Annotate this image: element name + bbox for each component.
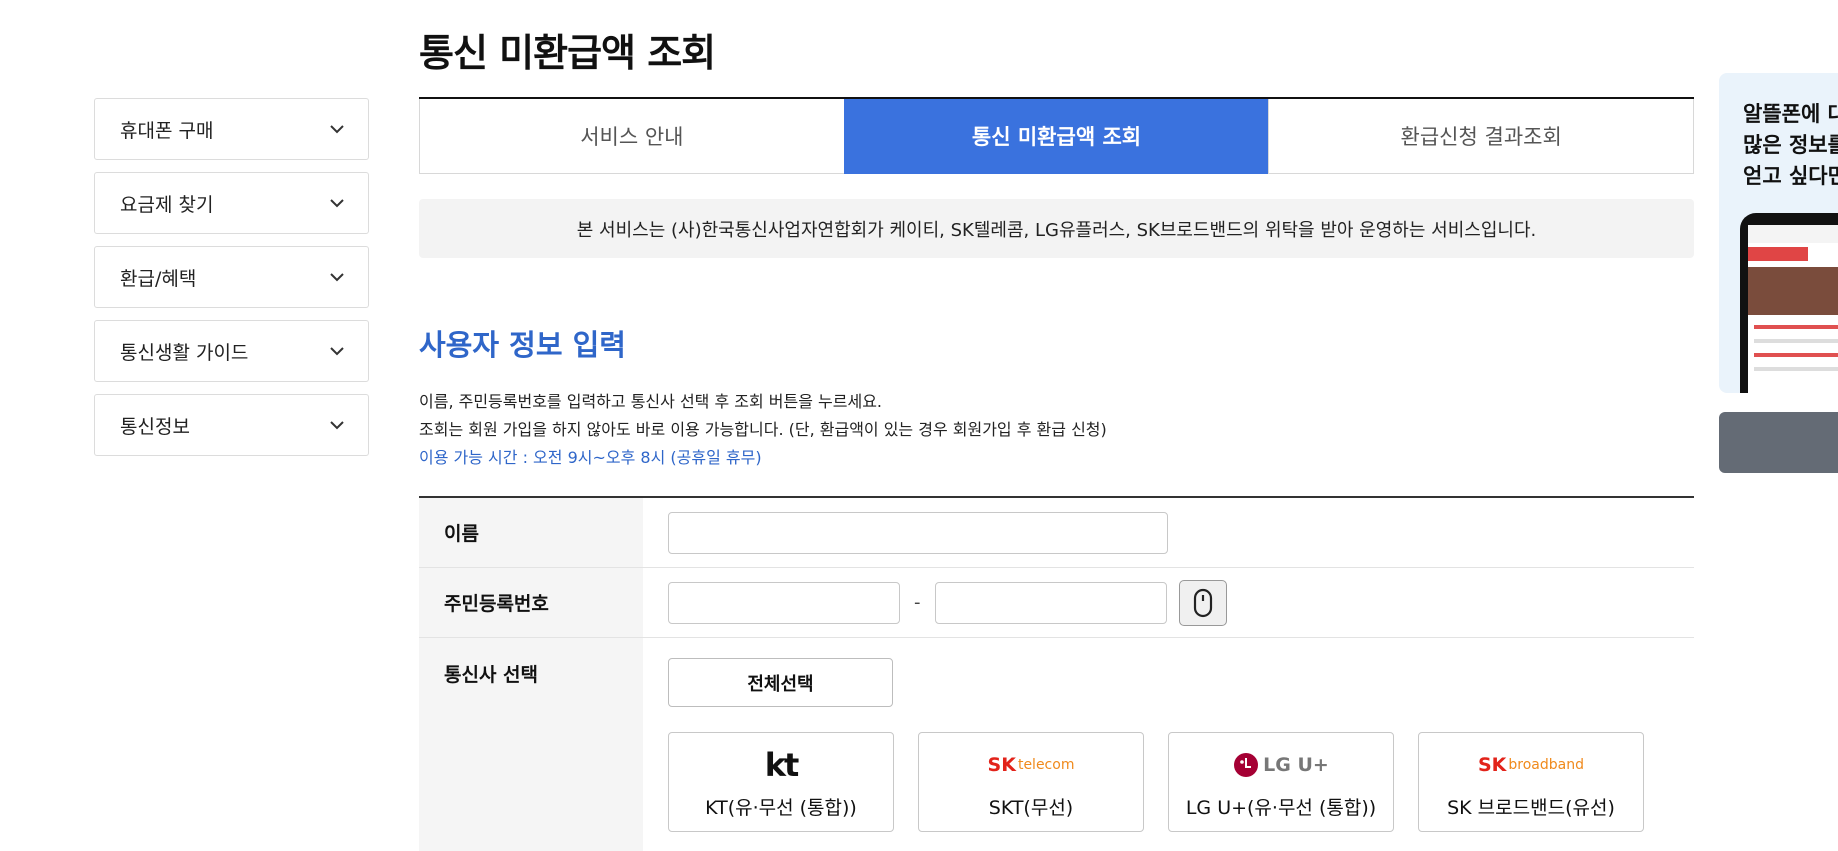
chevron-down-icon [328,268,346,286]
banner-line: 알뜰폰에 대 [1743,102,1838,126]
skt-logo-sub: telecom [1017,756,1075,773]
sidebar-item-telecom-info[interactable]: 통신정보 [94,394,369,456]
tab-refund-lookup[interactable]: 통신 미환급액 조회 [843,99,1269,174]
page-title: 통신 미환급액 조회 [419,31,716,75]
phone-screen [1748,225,1838,393]
service-hours: 이용 가능 시간 : 오전 9시~오후 8시 (공휴일 휴무) [419,448,762,467]
sidebar-menu: 휴대폰 구매 요금제 찾기 환급/혜택 통신생활 가이드 통신정보 [94,98,369,468]
section-title: 사용자 정보 입력 [419,328,626,362]
lgu-logo: LG U+ [1233,745,1329,785]
sidebar-item-label: 통신생활 가이드 [120,341,249,364]
tab-refund-result[interactable]: 환급신청 결과조회 [1268,99,1695,174]
banner-line: 많은 정보를 [1743,133,1838,157]
skb-logo-main: SK [1477,753,1507,776]
phone-screen-tab [1748,247,1808,261]
banner-text: 알뜰폰에 대 많은 정보를 얻고 싶다면 [1743,99,1838,192]
carrier-option-skt[interactable]: SK telecom SKT(무선) [918,732,1144,832]
phone-illustration [1740,213,1838,393]
chevron-down-icon [328,342,346,360]
select-all-button[interactable]: 전체선택 [668,658,893,707]
sidebar-item-label: 환급/혜택 [120,267,197,290]
chevron-down-icon [328,416,346,434]
chevron-down-icon [328,194,346,212]
name-input[interactable] [668,511,1168,554]
desc-line: 조회는 회원 가입을 하지 않아도 바로 이용 가능합니다. (단, 환급액이 … [419,420,1107,439]
service-notice: 본 서비스는 (사)한국통신사업자연합회가 케이티, SK텔레콤, LG유플러스… [419,199,1694,258]
skb-logo-sub: broadband [1508,756,1584,773]
phone-screen-line [1754,367,1838,371]
sidebar-item-refund-benefit[interactable]: 환급/혜택 [94,246,369,308]
carrier-option-skb[interactable]: SK broadband SK 브로드밴드(유선) [1418,732,1644,832]
lgu-logo-text: LG U+ [1263,753,1329,776]
form-row-carrier: 통신사 선택 전체선택 kt KT(유·무선 (통합)) SK telecom … [419,638,1694,851]
carrier-name: SK 브로드밴드(유선) [1447,796,1615,819]
banner-line: 얻고 싶다면 [1743,164,1838,188]
tab-service-info[interactable]: 서비스 안내 [419,99,844,174]
sidebar-item-plan-search[interactable]: 요금제 찾기 [94,172,369,234]
sidebar-item-label: 통신정보 [120,415,190,438]
rrn-dash: - [914,592,921,613]
chevron-down-icon [328,120,346,138]
phone-screen-header [1748,225,1838,243]
skt-logo: SK telecom [988,745,1075,785]
carrier-option-lgu[interactable]: LG U+ LG U+(유·무선 (통합)) [1168,732,1394,832]
sidebar-item-telecom-guide[interactable]: 통신생활 가이드 [94,320,369,382]
tab-bar: 서비스 안내 통신 미환급액 조회 환급신청 결과조회 [419,97,1695,174]
skb-logo: SK broadband [1478,745,1584,785]
sidebar-item-phone-purchase[interactable]: 휴대폰 구매 [94,98,369,160]
sidebar-item-label: 휴대폰 구매 [120,119,214,142]
lg-face-icon [1234,752,1259,777]
phone-screen-line [1754,339,1838,343]
carrier-name: SKT(무선) [988,796,1074,819]
mouse-icon [1193,588,1212,617]
kt-logo: kt [764,745,800,785]
form-row-rrn: 주민등록번호 - [419,568,1694,638]
carrier-option-kt[interactable]: kt KT(유·무선 (통합)) [668,732,894,832]
name-label: 이름 [419,498,643,567]
kt-logo-text: kt [764,745,800,784]
desc-line: 이름, 주민등록번호를 입력하고 통신사 선택 후 조회 버튼을 누르세요. [419,392,883,411]
carrier-list: kt KT(유·무선 (통합)) SK telecom SKT(무선) LG U… [668,732,1668,832]
carrier-label: 통신사 선택 [419,638,643,851]
banner-side-button[interactable] [1719,412,1838,473]
phone-screen-image [1748,267,1838,315]
carrier-name: LG U+(유·무선 (통합)) [1185,796,1377,819]
name-field-cell [643,498,1694,567]
user-info-form: 이름 주민등록번호 - 통신사 선택 전체선택 kt KT(유·무선 (통합))… [419,496,1694,851]
carrier-field-cell: 전체선택 kt KT(유·무선 (통합)) SK telecom SKT(무선) [643,638,1694,851]
mvno-info-banner[interactable]: 알뜰폰에 대 많은 정보를 얻고 싶다면 [1719,73,1838,393]
section-description: 이름, 주민등록번호를 입력하고 통신사 선택 후 조회 버튼을 누르세요. 조… [419,388,1107,472]
rrn-front-input[interactable] [668,581,900,624]
form-row-name: 이름 [419,498,1694,568]
rrn-label: 주민등록번호 [419,568,643,637]
carrier-name: KT(유·무선 (통합)) [705,796,857,819]
phone-screen-line [1754,353,1838,357]
rrn-field-cell: - [643,568,1694,637]
skt-logo-main: SK [987,753,1016,776]
sidebar-item-label: 요금제 찾기 [120,193,214,216]
phone-screen-line [1754,325,1838,329]
secure-keypad-button[interactable] [1178,579,1227,626]
rrn-back-input[interactable] [934,581,1167,624]
